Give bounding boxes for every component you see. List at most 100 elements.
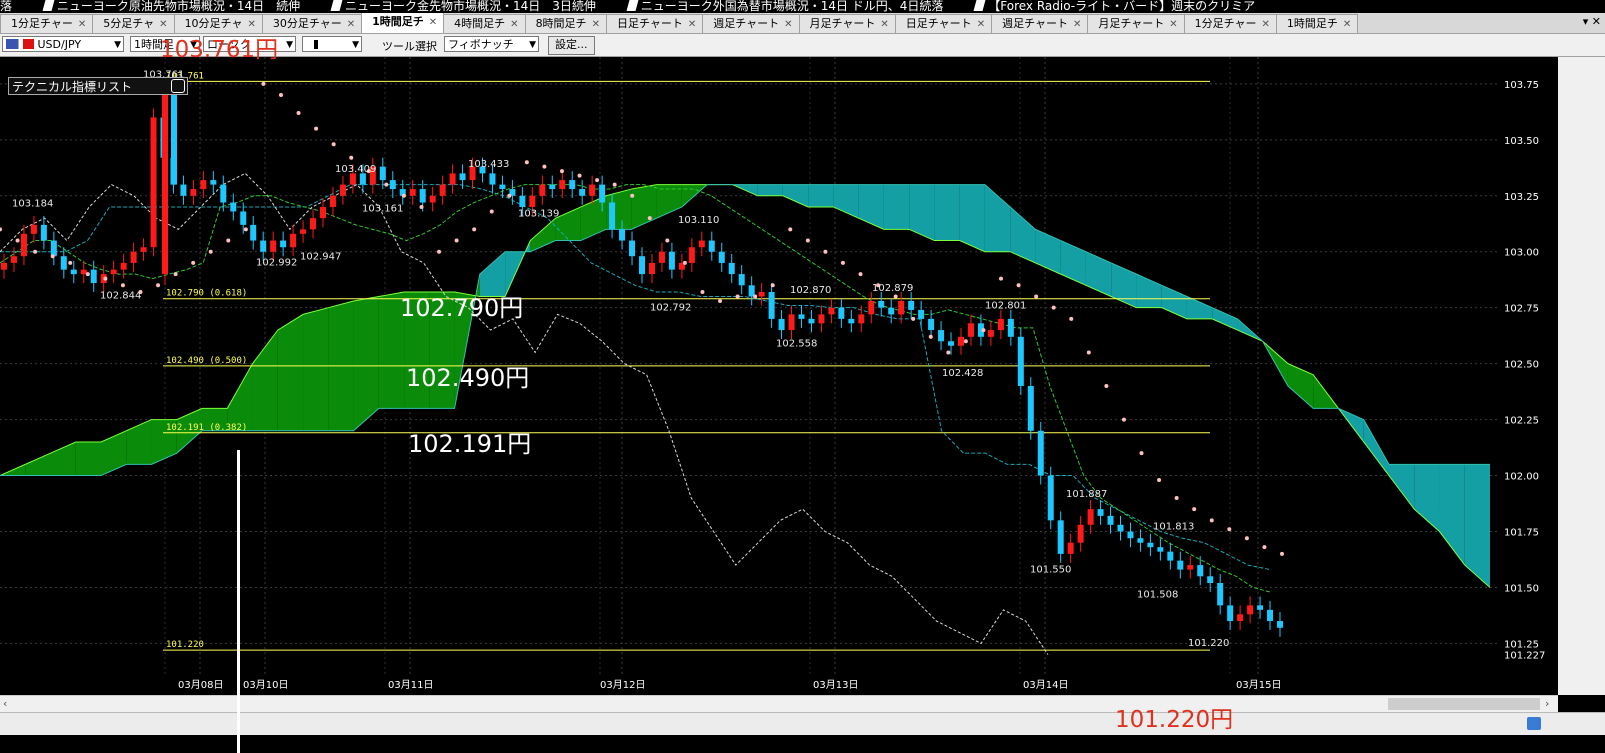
technical-indicator-list[interactable]: テクニカル指標リスト <box>8 77 188 95</box>
candle-body <box>838 307 845 319</box>
fibonacci-level-label: 102.790 (0.618) <box>166 289 247 299</box>
annotation-low: 101.220円 <box>1115 707 1234 733</box>
close-icon[interactable]: ✕ <box>592 19 600 30</box>
tab-6[interactable]: 8時間足チ ✕ <box>524 14 607 33</box>
candle-body <box>1017 336 1024 387</box>
chevron-down-icon: ▼ <box>529 40 536 50</box>
candle-body <box>609 202 616 230</box>
y-tick-label: 101.50 <box>1504 583 1539 594</box>
candle-body <box>549 184 556 190</box>
horizontal-scrollbar[interactable]: ‹ › <box>0 695 1558 713</box>
close-icon[interactable]: ✕ <box>429 17 437 28</box>
candle-body <box>240 211 247 225</box>
candle-body <box>1067 542 1074 554</box>
annotation-fib-618: 102.790円 <box>400 294 524 322</box>
close-icon[interactable]: ✕ <box>510 19 518 30</box>
tool-select-label: ツール選択 <box>382 40 437 53</box>
candle-body <box>1277 621 1283 628</box>
parabolic-sar-dot <box>647 216 652 221</box>
close-icon[interactable]: ✕ <box>1343 19 1351 30</box>
scroll-right-icon[interactable]: › <box>1545 697 1549 710</box>
close-icon[interactable]: ✕ <box>977 19 985 30</box>
close-icon[interactable]: ✕ <box>247 19 255 30</box>
candle-body <box>579 189 586 196</box>
tab-5[interactable]: 4時間足チ ✕ <box>443 14 526 33</box>
settings-button[interactable]: 設定... <box>548 36 595 55</box>
x-date-label: 03月12日 <box>600 679 645 691</box>
news-ticker[interactable]: 落 ニューヨーク原油先物市場概況・14日 続伸 ニューヨーク金先物市場概況・14… <box>0 0 1605 13</box>
candle-body <box>1087 509 1094 525</box>
candle-body <box>858 314 865 324</box>
parabolic-sar-dot <box>823 249 828 254</box>
parabolic-sar-dot <box>770 283 775 288</box>
currency-pair-select[interactable]: USD/JPY ▼ <box>2 36 124 52</box>
tab-8[interactable]: 週足チャート ✕ <box>702 14 800 33</box>
price-label: 103.409 <box>335 164 376 175</box>
tab-13[interactable]: 1分足チャー ✕ <box>1183 14 1277 33</box>
annotation-marker-line <box>237 450 240 753</box>
tab-9[interactable]: 月足チャート ✕ <box>798 14 896 33</box>
price-chart[interactable]: 103.75 103.50 103.25 103.00 102.75 102.50 102.… <box>0 57 1558 695</box>
parabolic-sar-dot <box>1262 545 1267 550</box>
parabolic-sar-dot <box>1244 536 1249 541</box>
price-label: 103.110 <box>678 215 719 226</box>
price-label: 101.550 <box>1030 564 1071 575</box>
tab-14[interactable]: 1時間足チ ✕ <box>1275 14 1359 33</box>
candle-body <box>997 318 1004 331</box>
parabolic-sar-dot <box>1016 283 1021 288</box>
candle-body <box>1247 605 1254 615</box>
parabolic-sar-dot <box>384 182 389 187</box>
tab-10[interactable]: 日足チャート ✕ <box>894 14 993 33</box>
close-icon[interactable]: ✕ <box>78 19 86 30</box>
candle-body <box>171 95 177 185</box>
scroll-left-icon[interactable]: ‹ <box>3 697 7 710</box>
tab-controls[interactable]: ▾ ✕ <box>1583 15 1601 28</box>
ichimoku-cloud-segment <box>277 314 304 431</box>
ticker-item[interactable]: 落 <box>0 0 12 13</box>
tab-label: 月足チャート <box>1098 17 1165 30</box>
candle-body <box>80 269 87 275</box>
candle-body <box>1047 475 1054 521</box>
ticker-item[interactable]: ニューヨーク原油先物市場概況・14日 続伸 <box>42 0 300 13</box>
indicator-toggle-icon[interactable] <box>171 79 185 93</box>
close-icon[interactable]: ✕ <box>347 19 355 30</box>
tab-12[interactable]: 月足チャート ✕ <box>1087 14 1185 33</box>
candle-body <box>389 180 396 190</box>
close-icon[interactable]: ✕ <box>784 19 792 30</box>
close-icon[interactable]: ✕ <box>1073 19 1081 30</box>
close-icon[interactable]: ✕ <box>159 19 167 30</box>
parabolic-sar-dot <box>103 276 108 281</box>
candle-body <box>50 240 57 257</box>
candle-body <box>668 251 675 270</box>
drawing-tool-value: フィボナッチ <box>448 38 514 51</box>
close-icon[interactable]: ✕ <box>1262 19 1270 30</box>
parabolic-sar-dot <box>208 249 213 254</box>
candle-body <box>599 184 606 203</box>
tab-label: 4時間足チ <box>454 17 506 30</box>
candle-type-select[interactable]: ▼ <box>302 36 362 52</box>
candle-body <box>1097 509 1104 516</box>
tab-4[interactable]: 1時間足チ ✕ <box>361 13 445 33</box>
scroll-thumb[interactable] <box>1388 698 1540 710</box>
ticker-item[interactable]: ニューヨーク外国為替市場概況・14日 ドル円、4日続落 <box>626 0 943 13</box>
tab-11[interactable]: 週足チャート ✕ <box>991 14 1089 33</box>
ticker-item[interactable]: 【Forex Radio-ライト・バード】週末のクリミア <box>973 0 1255 13</box>
candle-body <box>728 262 735 275</box>
close-icon[interactable]: ✕ <box>880 19 888 30</box>
chevron-down-icon: ▼ <box>352 40 359 50</box>
candle-body <box>110 269 117 275</box>
parabolic-sar-dot <box>893 294 898 299</box>
tab-0[interactable]: 1分足チャー ✕ <box>0 14 94 33</box>
candle-body <box>708 240 715 252</box>
parabolic-sar-dot <box>50 254 55 259</box>
tab-label: 10分足チャ <box>184 17 243 30</box>
parabolic-sar-dot <box>735 294 740 299</box>
candle-body <box>658 251 665 263</box>
status-icon[interactable] <box>1527 717 1541 730</box>
tab-7[interactable]: 日足チャート ✕ <box>605 14 704 33</box>
close-icon[interactable]: ✕ <box>1169 19 1177 30</box>
drawing-tool-select[interactable]: フィボナッチ ▼ <box>444 36 539 52</box>
ticker-item[interactable]: ニューヨーク金先物市場概況・14日 3日続伸 <box>330 0 596 13</box>
candle-body <box>1107 515 1114 525</box>
close-icon[interactable]: ✕ <box>688 19 696 30</box>
